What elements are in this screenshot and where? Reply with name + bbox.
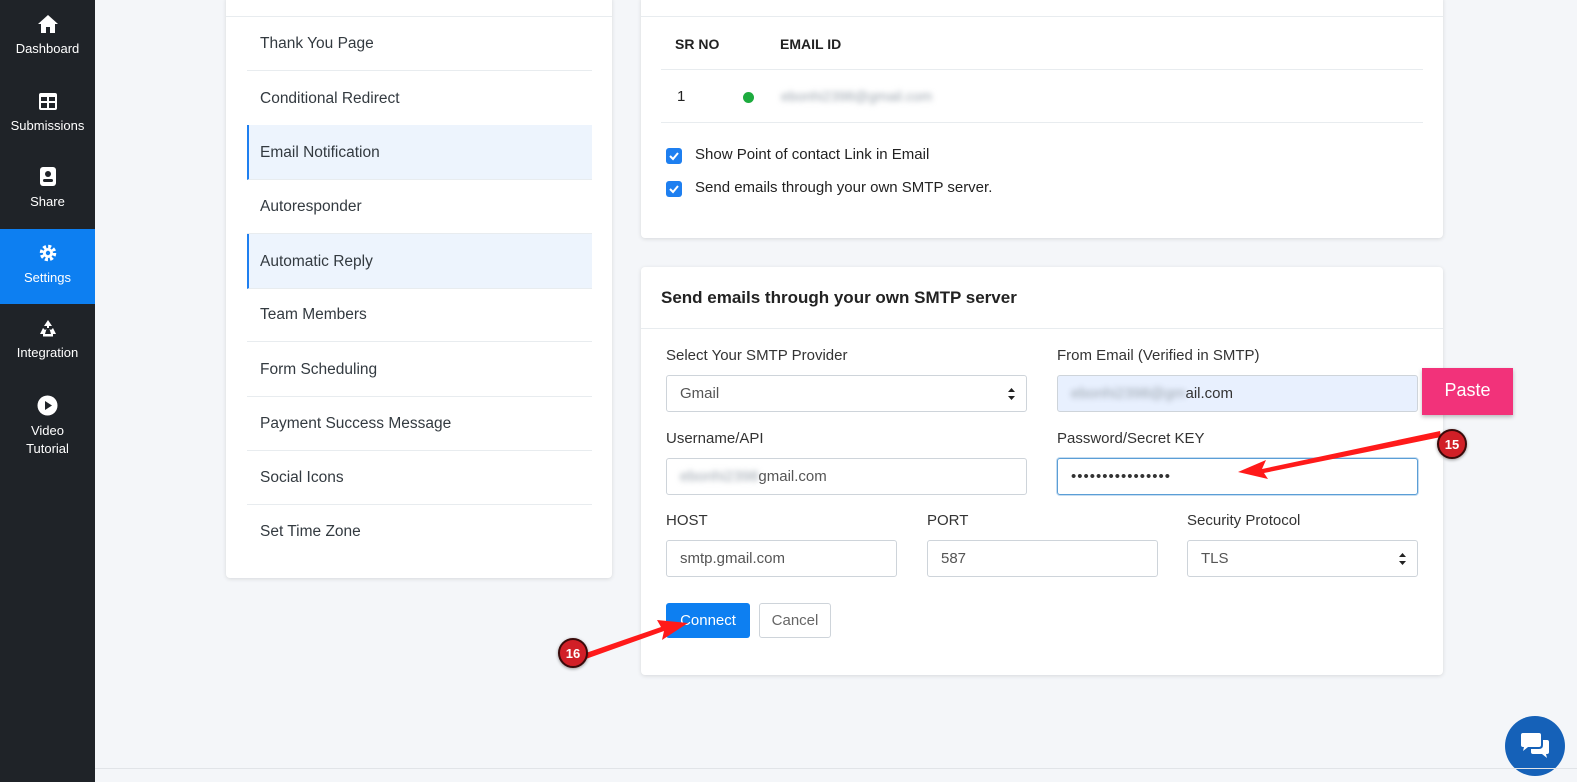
nav-label: Video Tutorial: [26, 423, 69, 456]
protocol-label: Security Protocol: [1187, 512, 1301, 529]
divider: [661, 122, 1423, 123]
security-protocol-select[interactable]: TLS: [1187, 540, 1418, 577]
point-of-contact-label: Show Point of contact Link in Email: [695, 146, 930, 163]
host-input[interactable]: smtp.gmail.com: [666, 540, 897, 577]
password-input[interactable]: ••••••••••••••••: [1057, 458, 1418, 495]
host-label: HOST: [666, 512, 708, 529]
column-header-sr-no: SR NO: [675, 36, 720, 52]
username-visible: gmail.com: [758, 468, 827, 485]
menu-item-automatic-reply[interactable]: Automatic Reply: [247, 234, 592, 289]
settings-menu: Thank You Page Conditional Redirect Emai…: [226, 0, 612, 578]
divider: [661, 69, 1423, 70]
select-arrows-icon: [1008, 388, 1015, 400]
own-smtp-checkbox[interactable]: [666, 181, 682, 197]
left-nav: Dashboard Submissions Share Settings Int…: [0, 0, 95, 782]
step-15-badge: 15: [1437, 429, 1467, 459]
username-input[interactable]: ebonhi2398gmail.com: [666, 458, 1027, 495]
menu-item-team-members[interactable]: Team Members: [247, 287, 592, 342]
divider: [95, 768, 1577, 769]
username-label: Username/API: [666, 430, 764, 447]
nav-label: Share: [30, 194, 65, 209]
point-of-contact-checkbox[interactable]: [666, 148, 682, 164]
menu-item-set-time-zone[interactable]: Set Time Zone: [247, 504, 592, 559]
nav-item-dashboard[interactable]: Dashboard: [0, 14, 95, 58]
smtp-card-title: Send emails through your own SMTP server: [661, 288, 1017, 307]
smtp-settings-card: Send emails through your own SMTP server…: [641, 267, 1443, 675]
password-value: ••••••••••••••••: [1071, 468, 1172, 485]
username-blurred: ebonhi2398: [680, 468, 759, 485]
step-16-badge: 16: [558, 638, 588, 668]
nav-item-integration[interactable]: Integration: [0, 318, 95, 362]
own-smtp-label: Send emails through your own SMTP server…: [695, 179, 993, 196]
menu-item-thank-you-page[interactable]: Thank You Page: [247, 16, 592, 71]
provider-label: Select Your SMTP Provider: [666, 347, 848, 364]
from-email-visible: ail.com: [1185, 385, 1233, 402]
chat-widget-button[interactable]: [1505, 716, 1565, 776]
nav-item-submissions[interactable]: Submissions: [0, 92, 95, 135]
home-icon: [37, 15, 58, 33]
port-label: PORT: [927, 512, 969, 529]
protocol-value: TLS: [1201, 550, 1229, 567]
table-cell-email: ebonhi2398@gmail.com: [781, 88, 933, 104]
play-icon: [37, 395, 58, 416]
chat-icon: [1521, 733, 1549, 758]
column-header-email-id: EMAIL ID: [780, 36, 842, 52]
port-input[interactable]: 587: [927, 540, 1158, 577]
menu-item-form-scheduling[interactable]: Form Scheduling: [247, 342, 592, 397]
divider: [641, 328, 1443, 329]
from-email-label: From Email (Verified in SMTP): [1057, 347, 1260, 364]
provider-value: Gmail: [680, 385, 720, 402]
port-value: 587: [941, 550, 967, 567]
nav-item-video-tutorial[interactable]: Video Tutorial: [0, 395, 95, 458]
nav-item-share[interactable]: Share: [0, 166, 95, 211]
host-value: smtp.gmail.com: [680, 550, 786, 567]
menu-item-conditional-redirect[interactable]: Conditional Redirect: [247, 71, 592, 126]
notification-emails-card: SR NO EMAIL ID 1 ebonhi2398@gmail.com Sh…: [641, 0, 1443, 238]
from-email-input[interactable]: ebonhi2398@gmail.com: [1057, 375, 1418, 412]
connect-button[interactable]: Connect: [666, 603, 750, 638]
status-dot: [743, 92, 754, 103]
nav-label: Submissions: [10, 118, 85, 133]
menu-item-email-notification[interactable]: Email Notification: [247, 125, 592, 180]
gear-icon: [39, 244, 56, 262]
smtp-provider-select[interactable]: Gmail: [666, 375, 1027, 412]
check-icon: [669, 185, 679, 194]
table-cell-sr: 1: [677, 88, 686, 105]
paste-annotation: Paste: [1422, 368, 1513, 415]
nav-label: Integration: [16, 345, 79, 360]
nav-label: Dashboard: [15, 41, 80, 56]
select-arrows-icon: [1399, 553, 1406, 565]
from-email-blurred: ebonhi2398@gm: [1071, 385, 1186, 402]
nav-label: Settings: [24, 270, 71, 285]
share-icon: [39, 167, 56, 186]
check-icon: [669, 152, 679, 161]
integration-icon: [39, 320, 56, 337]
menu-item-autoresponder[interactable]: Autoresponder: [247, 179, 592, 234]
divider: [641, 16, 1443, 17]
table-icon: [38, 93, 57, 110]
menu-item-social-icons[interactable]: Social Icons: [247, 450, 592, 505]
nav-item-settings[interactable]: Settings: [0, 229, 95, 304]
menu-item-payment-success-message[interactable]: Payment Success Message: [247, 396, 592, 451]
password-label: Password/Secret KEY: [1057, 430, 1205, 447]
cancel-button[interactable]: Cancel: [759, 603, 831, 638]
